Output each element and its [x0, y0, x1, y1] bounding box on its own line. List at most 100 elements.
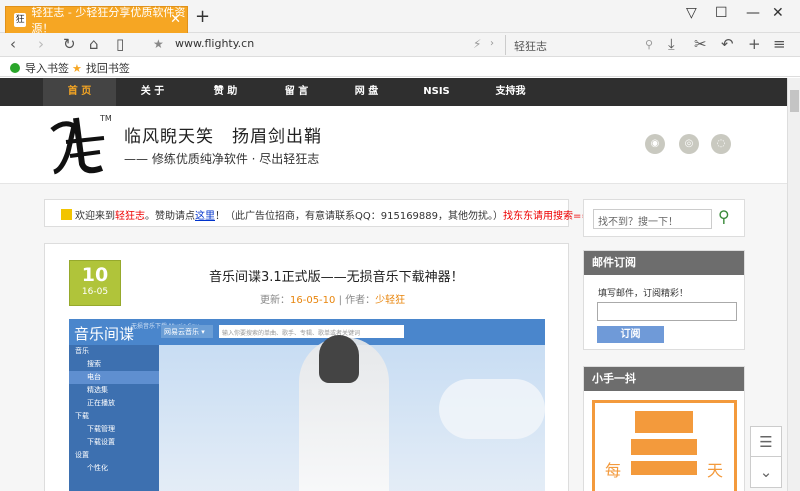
sponsor-link[interactable]: 这里	[195, 211, 215, 222]
post-date-badge: 10 16-05	[69, 260, 121, 306]
nav-home[interactable]: 首 页	[43, 78, 116, 106]
subscribe-button[interactable]: 订阅	[597, 326, 664, 343]
email-field[interactable]	[597, 302, 737, 321]
scrollbar[interactable]	[787, 78, 800, 491]
nav-about[interactable]: 关 于	[116, 78, 189, 106]
hamburger-icon[interactable]: ≡	[773, 35, 786, 53]
bookmark-label: 找回书签	[85, 62, 130, 75]
home-icon[interactable]: ⌂	[89, 35, 99, 53]
bookmark-recover[interactable]: ★ 找回书签	[72, 60, 130, 76]
smiley-icon	[61, 209, 72, 220]
app-source-select: 网易云音乐 ▾	[161, 325, 213, 338]
promo-image[interactable]: 每 天	[592, 400, 737, 491]
notice-text: 欢迎来到	[75, 211, 115, 222]
app-menu-item: 下载	[75, 412, 89, 420]
web-page: 首 页 关 于 赞 助 留 言 网 盘 NSIS 支持我 TM 临风睨天笑 扬眉…	[0, 78, 787, 491]
notice-text: 。赞助请点	[145, 211, 195, 222]
tab-close-icon[interactable]: ✕	[170, 12, 181, 27]
app-menu-item: 音乐	[75, 347, 89, 355]
promo-block	[631, 439, 697, 455]
post-screenshot[interactable]: 音乐间谍 无损音乐下载 Music Spy 网易云音乐 ▾ 输入你要搜索的单曲、…	[69, 319, 545, 491]
flash-icon[interactable]: ⚡	[473, 37, 481, 51]
menu-icon[interactable]: ▽	[686, 5, 697, 21]
tab-title: 轻狂志 - 少轻狂分享优质软件资源！	[31, 6, 186, 35]
list-view-icon[interactable]: ☰	[750, 426, 782, 458]
plus-icon[interactable]: +	[748, 35, 761, 53]
minimize-icon[interactable]: —	[746, 5, 760, 21]
meta-author[interactable]: 少轻狂	[375, 295, 405, 306]
back-icon[interactable]: ‹	[10, 35, 16, 53]
nav-netdisk[interactable]: 网 盘	[330, 78, 403, 106]
download-icon[interactable]: ⤓	[668, 35, 675, 53]
app-menu-item: 下载设置	[87, 438, 115, 446]
site-subtitle: —— 修练优质纯净软件 · 尽出轻狂志	[124, 152, 320, 166]
forward-icon[interactable]: ›	[38, 35, 44, 53]
scroll-down-icon[interactable]: ⌄	[750, 456, 782, 488]
app-menu-item: 电台	[69, 371, 159, 384]
reader-icon[interactable]: ▯	[116, 35, 124, 53]
post-day: 10	[81, 264, 109, 286]
notice-text: ！（此广告位招商，有意请联系QQ：915169889，其他勿扰。）	[215, 211, 504, 222]
nav-message[interactable]: 留 言	[260, 78, 333, 106]
trademark: TM	[100, 114, 112, 123]
search-icon[interactable]: ⚲	[645, 38, 653, 51]
nav-nsis[interactable]: NSIS	[400, 78, 473, 106]
new-tab-button[interactable]: +	[195, 6, 210, 27]
sidebar-search-input[interactable]: 找不到？搜一下！	[593, 209, 712, 229]
bookmarks-bar: 导入书签 ★ 找回书签	[0, 57, 800, 77]
app-search-box: 输入你要搜索的单曲、歌手、专辑、歌单或者关键词	[219, 325, 404, 338]
post-title[interactable]: 音乐间谍3.1正式版——无损音乐下载神器！	[209, 266, 464, 285]
dropdown-icon[interactable]: ›	[490, 38, 494, 49]
search-text: 轻狂志	[514, 40, 547, 53]
promo-char: 天	[707, 461, 724, 480]
app-menu-item: 搜索	[87, 360, 101, 368]
star-icon: ★	[72, 61, 82, 75]
post-card: 10 16-05 音乐间谍3.1正式版——无损音乐下载神器！ 更新：16-05-…	[44, 243, 569, 491]
url-field[interactable]: www.flighty.cn	[175, 37, 254, 50]
post-meta: 更新：16-05-10 | 作者：少轻狂	[260, 291, 405, 306]
search-field[interactable]: 轻狂志 ⚲	[505, 35, 659, 55]
search-icon[interactable]: ⚲	[718, 207, 730, 226]
widget-title: 邮件订阅	[584, 251, 744, 275]
app-menu-item: 个性化	[87, 464, 108, 472]
promo-char: 每	[605, 461, 622, 480]
promo-block	[631, 461, 697, 475]
app-menu-item: 精选集	[87, 386, 108, 394]
meta-label: | 作者：	[338, 295, 376, 306]
sidebar-search: 找不到？搜一下！ ⚲	[583, 199, 745, 237]
site-favicon-icon: 狂	[14, 13, 27, 27]
rss-icon[interactable]: ◌	[711, 134, 731, 154]
background-cloud	[439, 379, 545, 439]
close-window-icon[interactable]: ✕	[772, 5, 784, 21]
figure-hair	[319, 335, 359, 383]
star-icon[interactable]: ★	[153, 37, 164, 51]
subscribe-tip: 填写邮件，订阅精彩！	[598, 289, 689, 299]
site-header: TM 临风睨天笑 扬眉剑出鞘 —— 修练优质纯净软件 · 尽出轻狂志 ◉ ◎ ◌	[0, 106, 787, 184]
nav-support[interactable]: 支持我	[474, 78, 547, 106]
bookmark-import[interactable]: 导入书签	[10, 60, 69, 76]
site-name: 轻狂志	[115, 211, 145, 222]
scissors-icon[interactable]: ✂	[694, 35, 707, 53]
promo-block	[635, 411, 693, 433]
widget-title: 小手一抖	[584, 367, 744, 391]
tab-bar: 狂 轻狂志 - 少轻狂分享优质软件资源！ ✕ + ▽ ☐ — ✕	[0, 0, 800, 35]
scrollbar-thumb[interactable]	[790, 90, 799, 112]
nav-sponsor[interactable]: 赞 助	[189, 78, 262, 106]
subscribe-widget: 邮件订阅 填写邮件，订阅精彩！ 订阅	[583, 250, 745, 350]
import-icon	[10, 63, 20, 73]
app-menu-item: 设置	[75, 451, 89, 459]
weibo-icon[interactable]: ◎	[679, 134, 699, 154]
welcome-notice: 欢迎来到轻狂志。赞助请点这里！（此广告位招商，有意请联系QQ：915169889…	[44, 199, 623, 227]
bookmark-label: 导入书签	[25, 62, 69, 75]
undo-icon[interactable]: ↶	[721, 35, 734, 53]
skin-icon[interactable]: ☐	[715, 5, 728, 21]
hand-widget: 小手一抖 每 天	[583, 366, 745, 491]
reload-icon[interactable]: ↻	[63, 35, 76, 53]
app-menu-item: 正在播放	[87, 399, 115, 407]
site-slogan: 临风睨天笑 扬眉剑出鞘	[124, 127, 322, 147]
meta-date: 16-05-10	[290, 295, 336, 306]
tab-active[interactable]: 狂 轻狂志 - 少轻狂分享优质软件资源！ ✕	[5, 6, 188, 35]
app-menu-item: 下载管理	[87, 425, 115, 433]
qq-icon[interactable]: ◉	[645, 134, 665, 154]
site-nav: 首 页 关 于 赞 助 留 言 网 盘 NSIS 支持我	[0, 78, 787, 106]
